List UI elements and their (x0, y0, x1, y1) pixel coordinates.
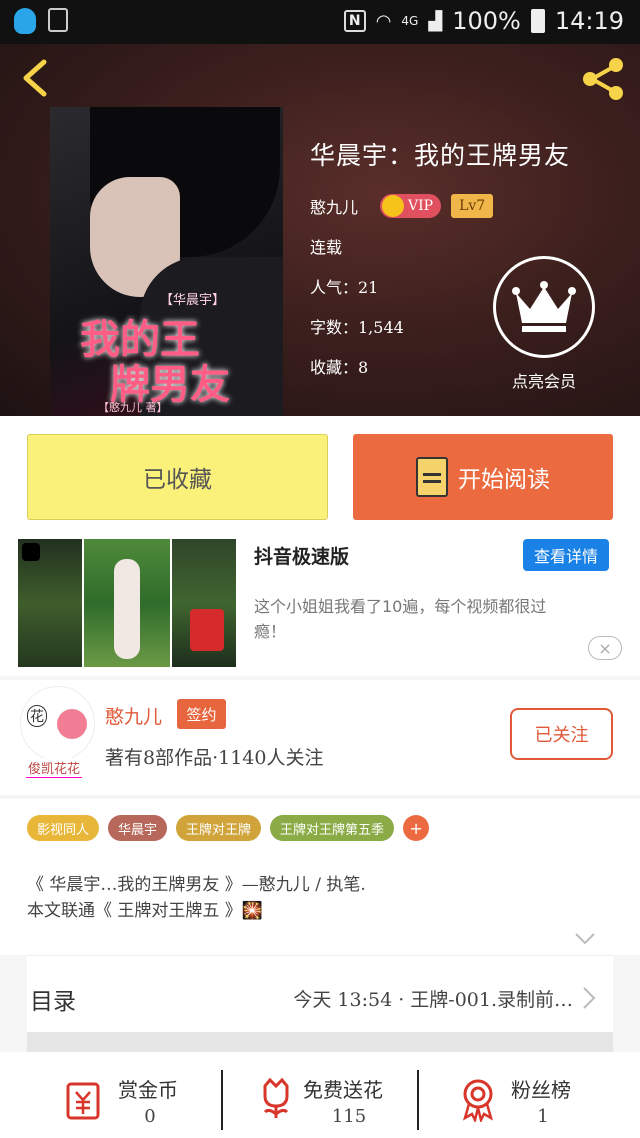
network-indicator: 4G (401, 14, 419, 28)
share-icon[interactable] (578, 54, 628, 104)
nfc-icon: N (343, 10, 366, 32)
cover-author: 【憨九儿 著】 (98, 401, 168, 414)
description-section: 影视同人 华晨宇 王牌对王牌 王牌对王牌第五季 + 《 华晨宇…我的王牌男友 》… (0, 797, 640, 955)
book-author[interactable]: 憨九儿 (310, 194, 358, 218)
reward-coin-icon (66, 1082, 100, 1120)
ad-detail-button[interactable]: 查看详情 (523, 539, 609, 571)
red-packet-icon (190, 609, 224, 651)
book-cover[interactable]: 【华晨宇】 我的王 牌男友 【憨九儿 著】 (50, 107, 283, 416)
avatar[interactable]: 花 (20, 686, 95, 761)
book-header: 【华晨宇】 我的王 牌男友 【憨九儿 著】 华晨宇：我的王牌男友 憨九儿 VIP… (0, 44, 640, 416)
document-icon (48, 8, 68, 32)
vip-badge: VIP (380, 194, 442, 218)
author-stats: 著有8部作品·1140人关注 (105, 747, 324, 769)
fan-ranking-button[interactable]: 粉丝榜 1 (393, 1070, 606, 1138)
clock: 14:19 (554, 7, 624, 35)
battery-icon (530, 9, 545, 33)
favorited-button[interactable]: 已收藏 (27, 434, 328, 520)
close-icon[interactable]: × (588, 636, 622, 660)
member-label: 点亮会员 (511, 372, 576, 391)
avatar-text: 花 (27, 705, 47, 727)
tag-item[interactable]: 华晨宇 (108, 815, 168, 841)
tag-item[interactable]: 影视同人 (27, 815, 100, 841)
ad-thumbnail[interactable] (18, 539, 236, 667)
action-bar: 已收藏 开始阅读 (0, 416, 640, 536)
latest-chapter: 今天 13:54 · 王牌-001.录制前… (293, 989, 573, 1011)
reward-coin-button[interactable]: 赏金币 0 (0, 1070, 213, 1138)
crown-coin-icon (382, 195, 405, 217)
battery-percent: 100% (452, 7, 521, 35)
bottom-divider (417, 1070, 419, 1130)
signal-icon: ▟ (428, 10, 443, 32)
tag-list: 影视同人 华晨宇 王牌对王牌 王牌对王牌第五季 + (27, 815, 430, 841)
status-bar: N ◠ 4G ▟ 100% 14:19 (0, 0, 640, 44)
level-badge: Lv7 (451, 194, 494, 218)
signed-badge: 签约 (177, 699, 226, 729)
ad-description: 这个小姐姐我看了10遍，每个视频都很过瘾！ (254, 597, 547, 641)
catalog-label: 目录 (30, 989, 76, 1015)
flower-icon (57, 709, 87, 739)
crown-icon (512, 281, 576, 332)
bottom-divider (221, 1070, 223, 1130)
chevron-right-icon (583, 987, 596, 1009)
cover-small-title: 【华晨宇】 (160, 293, 226, 308)
book-icon (416, 457, 448, 497)
qq-icon (14, 8, 36, 34)
followed-button[interactable]: 已关注 (510, 708, 613, 760)
ad-banner[interactable]: 抖音极速版 查看详情 这个小姐姐我看了10遍，每个视频都很过瘾！ × (0, 536, 640, 676)
avatar-tag: 俊凯花花 (26, 758, 83, 778)
book-description: 《 华晨宇…我的王牌男友 》—憨九儿 / 执笔. 本文联通《 王牌对王牌五 》🎇 (27, 875, 366, 921)
book-title: 华晨宇：我的王牌男友 (310, 141, 571, 170)
tag-item[interactable]: 王牌对王牌第五季 (270, 815, 395, 841)
chevron-down-icon[interactable] (574, 928, 596, 950)
author-card: 花 俊凯花花 憨九儿 签约 著有8部作品·1140人关注 已关注 (0, 680, 640, 795)
tag-item[interactable]: 王牌对王牌 (176, 815, 262, 841)
add-tag-button[interactable]: + (403, 815, 430, 841)
author-name[interactable]: 憨九儿 (105, 702, 162, 729)
tiktok-logo-icon (22, 543, 40, 561)
flower-icon (263, 1077, 289, 1118)
ad-title: 抖音极速版 (254, 546, 350, 568)
member-button[interactable]: 点亮会员 (493, 256, 595, 392)
back-arrow-icon[interactable] (18, 58, 52, 98)
ribbon-icon (462, 1079, 494, 1122)
start-reading-button[interactable]: 开始阅读 (353, 434, 613, 520)
divider (27, 1032, 613, 1052)
bottom-bar: 赏金币 0 免费送花 115 粉丝榜 1 (0, 1052, 640, 1138)
wifi-icon: ◠ (375, 10, 392, 32)
catalog-row[interactable]: 目录 今天 13:54 · 王牌-001.录制前… (27, 955, 613, 1035)
book-status: 连载 (310, 238, 343, 257)
